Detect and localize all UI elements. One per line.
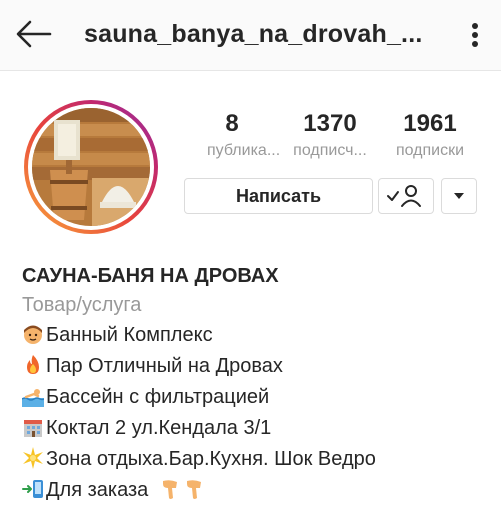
stat-following-count: 1961 xyxy=(403,110,457,137)
avatar xyxy=(32,108,150,226)
triangle-down-icon xyxy=(454,193,464,199)
message-button[interactable]: Написать xyxy=(184,178,373,214)
stat-posts-label: публика... xyxy=(207,142,281,159)
sparkle-emoji-icon xyxy=(23,447,43,469)
following-button[interactable] xyxy=(378,178,434,214)
vertical-ellipsis-icon xyxy=(472,23,478,47)
stat-following-label: подписки xyxy=(395,142,465,159)
building-emoji-icon xyxy=(24,420,42,437)
stat-posts-count: 8 xyxy=(225,110,239,137)
bio-line-text: Бассейн с фильтрацией xyxy=(46,386,270,408)
pointing-down-hands-emoji-icon xyxy=(162,480,201,499)
suggestions-dropdown-button[interactable] xyxy=(441,178,477,214)
bio-line-text: Зона отдыха.Бар.Кухня. Шок Ведро xyxy=(46,448,376,470)
avatar-story-ring[interactable] xyxy=(24,100,158,234)
bio-display-name: САУНА-БАНЯ НА ДРОВАХ xyxy=(22,265,279,287)
stat-posts[interactable]: 8 публика... xyxy=(207,110,281,160)
stat-followers-count: 1370 xyxy=(303,110,357,137)
profile-username: sauna_banya_na_drovah_... xyxy=(84,20,423,48)
phone-arrow-emoji-icon xyxy=(22,480,43,498)
person-check-icon xyxy=(387,185,421,207)
bio-line-text: Для заказа xyxy=(46,479,149,501)
arrow-left-icon xyxy=(16,20,52,48)
profile-bio: САУНА-БАНЯ НА ДРОВАХ Товар/услуга Банный… xyxy=(22,262,492,506)
bio-line: Зона отдыха.Бар.Кухня. Шок Ведро xyxy=(22,444,492,475)
bio-line: Банный Комплекс xyxy=(22,320,492,351)
stat-followers-label: подписч... xyxy=(293,142,367,159)
bio-line-text: Банный Комплекс xyxy=(46,324,213,346)
top-bar: sauna_banya_na_drovah_... xyxy=(0,0,501,71)
swimmer-emoji-icon xyxy=(22,389,44,407)
bio-line: Для заказа xyxy=(22,475,492,506)
more-options-button[interactable] xyxy=(464,18,486,52)
stat-following[interactable]: 1961 подписки xyxy=(383,110,477,160)
bio-category: Товар/услуга xyxy=(22,294,142,316)
bio-line-text: Пар Отличный на Дровах xyxy=(46,355,283,377)
bio-line: Пар Отличный на Дровах xyxy=(22,351,492,382)
bio-line: Коктал 2 ул.Кендала 3/1 xyxy=(22,413,492,444)
stat-followers[interactable]: 1370 подписч... xyxy=(278,110,382,160)
back-button[interactable] xyxy=(14,16,54,52)
fire-emoji-icon xyxy=(27,355,39,374)
person-face-emoji-icon xyxy=(24,325,42,344)
bio-line-text: Коктал 2 ул.Кендала 3/1 xyxy=(46,417,272,439)
sauna-photo-image xyxy=(32,108,150,226)
bio-line: Бассейн с фильтрацией xyxy=(22,382,492,413)
